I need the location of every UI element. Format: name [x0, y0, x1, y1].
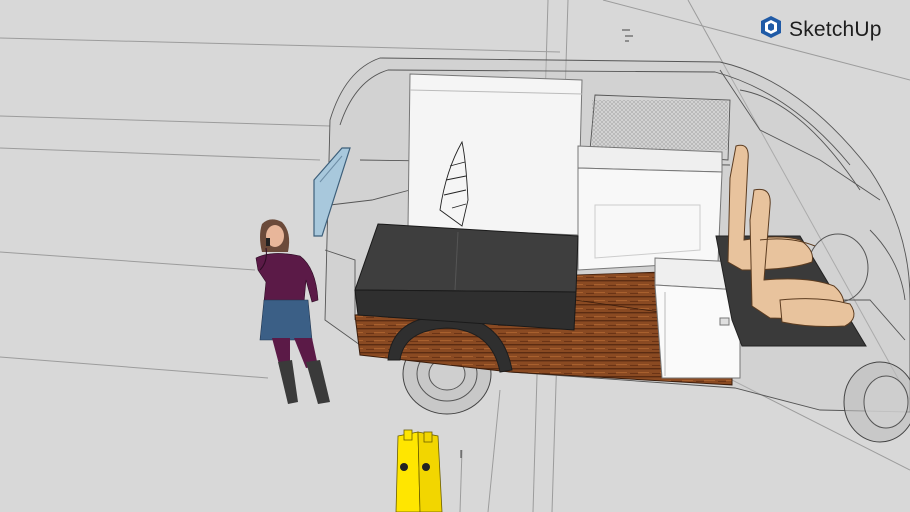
- tall-cabinet[interactable]: [407, 73, 583, 236]
- jerrycans[interactable]: [395, 429, 443, 512]
- brand-name: SketchUp: [789, 17, 882, 41]
- person-figure: [255, 219, 330, 404]
- sketchup-logo-icon: [760, 15, 782, 44]
- sketchup-brand[interactable]: SketchUp: [760, 15, 882, 44]
- model-canvas[interactable]: [0, 0, 910, 512]
- sketchup-viewport[interactable]: SketchUp: [0, 0, 910, 512]
- bed-platform[interactable]: [354, 223, 579, 331]
- kitchen-counter[interactable]: [577, 145, 723, 271]
